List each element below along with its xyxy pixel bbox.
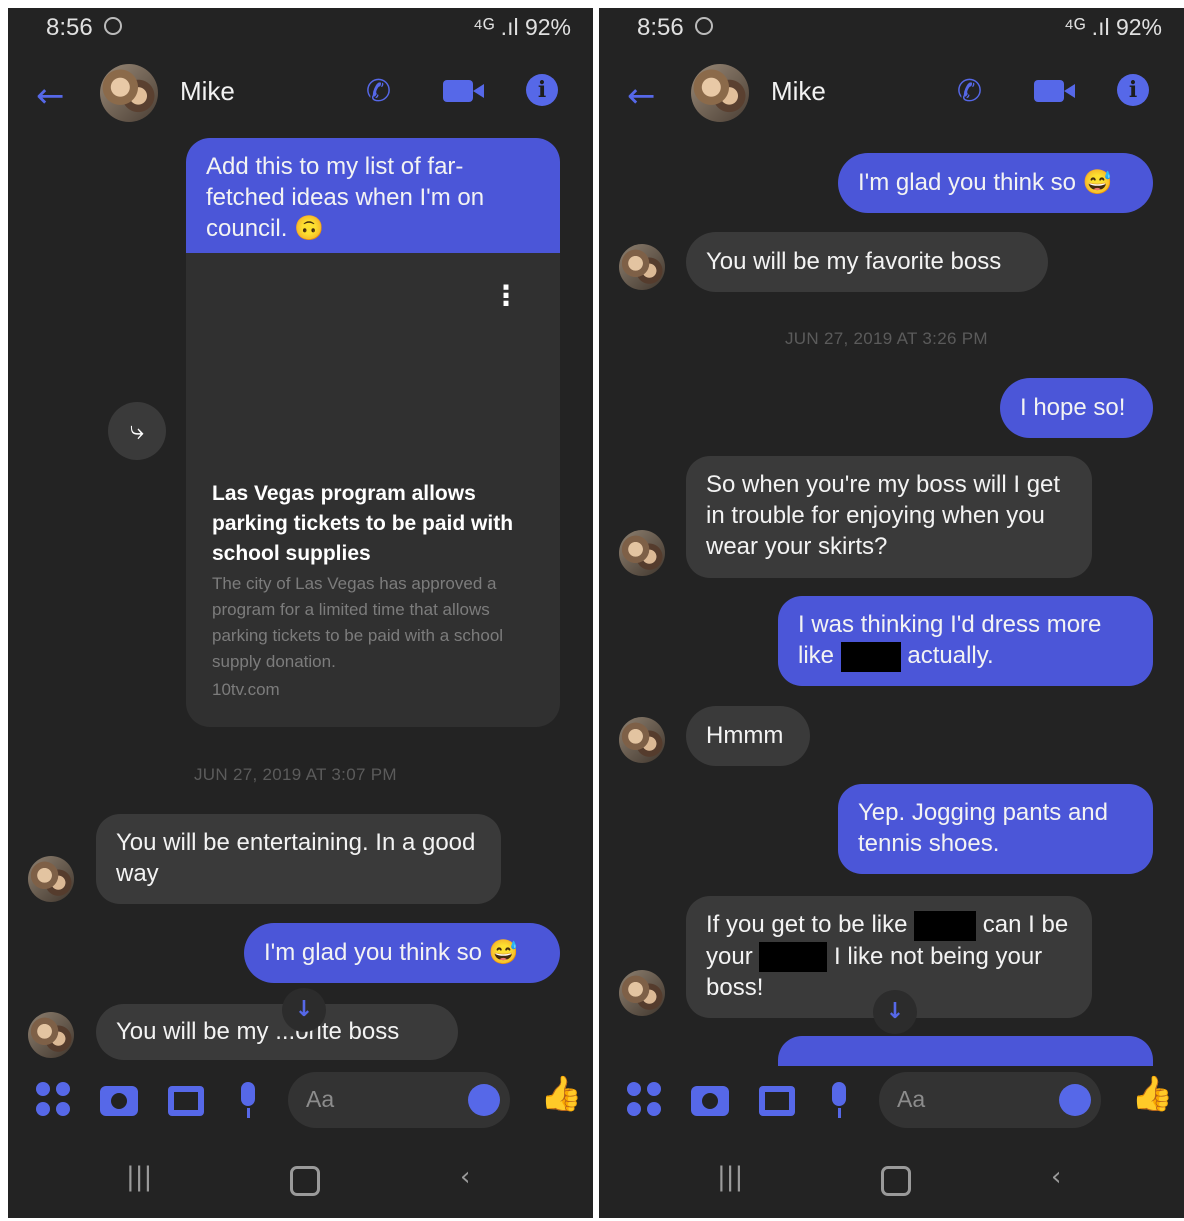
message-input[interactable]: Aa [879,1072,1101,1128]
link-preview-card[interactable]: ⋮ Las Vegas program allows parking ticke… [186,253,560,727]
message-input-placeholder: Aa [897,1086,926,1112]
scroll-down-icon[interactable]: ↓ [282,988,326,1032]
avatar [619,530,665,576]
mic-icon[interactable] [827,1082,851,1120]
kebab-icon[interactable]: ⋮ [492,279,520,312]
contact-avatar[interactable] [691,64,749,122]
apps-icon[interactable] [36,1082,72,1118]
share-icon[interactable]: ⤷ [108,402,166,460]
back-arrow-icon[interactable]: ← [36,76,65,116]
apps-icon[interactable] [627,1082,663,1118]
camera-icon[interactable] [100,1086,138,1116]
message-incoming[interactable]: You will be entertaining. In a good way [96,814,501,904]
status-indicators: ⁴ᴳ .ıl 92% [1064,14,1162,40]
message-outgoing[interactable]: I hope so! [1000,378,1153,438]
status-indicators: ⁴ᴳ .ıl 92% [473,14,571,40]
camera-icon[interactable] [691,1086,729,1116]
home-icon[interactable] [290,1166,320,1196]
back-arrow-icon[interactable]: ← [627,76,656,116]
messenger-notification-icon [104,17,122,35]
info-icon[interactable]: i [1117,74,1149,106]
nav-back-icon[interactable]: ‹ [1051,1162,1061,1192]
avatar [619,717,665,763]
emoji-icon[interactable] [468,1084,500,1116]
chat-header: ← Mike ✆ i [8,60,593,130]
message-text: actually. [900,642,994,669]
timestamp: JUN 27, 2019 AT 3:07 PM [194,765,397,784]
recents-icon[interactable]: ||| [126,1162,152,1192]
home-icon[interactable] [881,1166,911,1196]
scroll-down-icon[interactable]: ↓ [873,990,917,1034]
recents-icon[interactable]: ||| [717,1162,743,1192]
link-domain: 10tv.com [212,680,280,699]
link-title: Las Vegas program allows parking tickets… [212,482,514,565]
message-text: You will be my [116,1018,276,1045]
left-phone-screen: 8:56 ⁴ᴳ .ıl 92% ← Mike ✆ i Add this to m… [8,8,593,1218]
video-icon[interactable] [1034,80,1075,102]
info-icon[interactable]: i [526,74,558,106]
message-outgoing[interactable]: I'm glad you think so 😅 [838,153,1153,213]
avatar [619,970,665,1016]
contact-name[interactable]: Mike [180,76,235,107]
status-bar: 8:56 ⁴ᴳ .ıl 92% [599,8,1184,48]
message-outgoing-partial[interactable] [778,1036,1153,1066]
message-text: If you get to be like [706,911,915,938]
link-description: The city of Las Vegas has approved a pro… [212,574,504,671]
messenger-notification-icon [695,17,713,35]
thumbs-up-icon[interactable]: 👍 [1131,1074,1173,1114]
gallery-icon[interactable] [168,1086,204,1116]
gallery-icon[interactable] [759,1086,795,1116]
android-nav-bar: ||| ‹ [8,1148,593,1208]
composer-bar: Aa 👍 [8,1064,593,1136]
contact-name[interactable]: Mike [771,76,826,107]
message-outgoing[interactable]: Add this to my list of far-fetched ideas… [186,138,560,254]
status-time: 8:56 [637,14,684,41]
right-phone-screen: 8:56 ⁴ᴳ .ıl 92% ← Mike ✆ i I'm glad you … [599,8,1184,1218]
message-input-placeholder: Aa [306,1086,335,1112]
composer-bar: Aa 👍 [599,1064,1184,1136]
avatar [619,244,665,290]
timestamp: JUN 27, 2019 AT 3:26 PM [785,329,988,348]
message-incoming[interactable]: Hmmm [686,706,810,766]
mic-icon[interactable] [236,1082,260,1120]
message-incoming[interactable]: You will be my ...orite boss [96,1004,458,1060]
video-icon[interactable] [443,80,484,102]
phone-icon[interactable]: ✆ [957,74,991,109]
phone-icon[interactable]: ✆ [366,74,400,109]
android-nav-bar: ||| ‹ [599,1148,1184,1208]
emoji-icon[interactable] [1059,1084,1091,1116]
contact-avatar[interactable] [100,64,158,122]
redaction-box [914,910,977,941]
message-incoming[interactable]: So when you're my boss will I get in tro… [686,456,1092,578]
message-outgoing[interactable]: I'm glad you think so 😅 [244,923,560,983]
message-outgoing[interactable]: Yep. Jogging pants and tennis shoes. [838,784,1153,874]
redaction-box [840,641,901,672]
status-time: 8:56 [46,14,93,41]
nav-back-icon[interactable]: ‹ [460,1162,470,1192]
avatar [28,856,74,902]
message-incoming[interactable]: You will be my favorite boss [686,232,1048,292]
redaction-box [759,942,828,973]
status-bar: 8:56 ⁴ᴳ .ıl 92% [8,8,593,48]
message-input[interactable]: Aa [288,1072,510,1128]
message-outgoing[interactable]: I was thinking I'd dress more like actua… [778,596,1153,686]
avatar [28,1012,74,1058]
chat-header: ← Mike ✆ i [599,60,1184,130]
thumbs-up-icon[interactable]: 👍 [540,1074,582,1114]
